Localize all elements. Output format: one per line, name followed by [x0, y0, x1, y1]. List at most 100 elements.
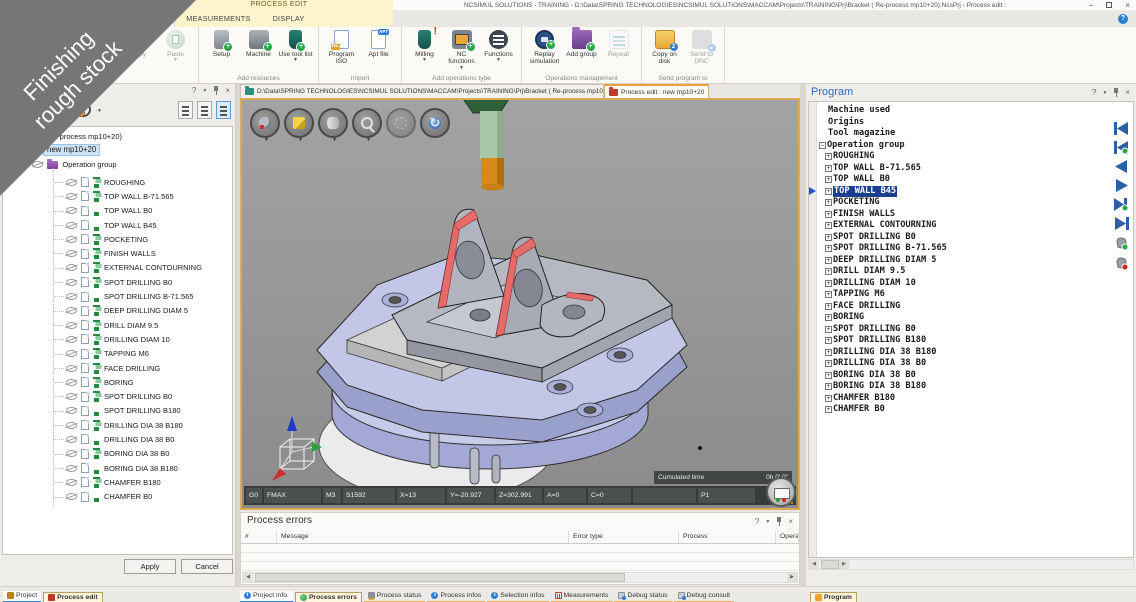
operation-row[interactable]: SPOT DRILLING B0	[59, 389, 230, 403]
visibility-eye-icon[interactable]	[66, 436, 77, 443]
panel-pin-icon[interactable]	[213, 86, 219, 95]
expand-box-icon[interactable]	[825, 395, 832, 402]
ribbon-button[interactable]: Replay simulation	[526, 29, 563, 66]
operation-row[interactable]: TOP WALL B-71.565	[59, 189, 230, 203]
program-operation-row[interactable]: DEEP DRILLING DIAM 5	[819, 255, 1105, 267]
program-operation-row[interactable]: CHAMFER B180	[819, 393, 1105, 405]
operation-row[interactable]: DRILLING DIA 38 B180	[59, 418, 230, 432]
program-operation-row[interactable]: SPOT DRILLING B0	[819, 232, 1105, 244]
visibility-eye-icon[interactable]	[66, 222, 77, 229]
tool-button[interactable]: ▼	[318, 108, 348, 138]
visibility-eye-icon[interactable]	[66, 207, 77, 214]
panel-collapse-icon[interactable]: ▼	[1102, 90, 1107, 96]
expand-box-icon[interactable]	[825, 234, 832, 241]
apply-button[interactable]: Apply	[124, 559, 176, 574]
go-to-end-icon[interactable]	[1114, 217, 1129, 230]
collapse-box-icon[interactable]	[819, 142, 826, 149]
panel-close-icon[interactable]: ×	[1125, 88, 1130, 97]
program-operation-row[interactable]: DRILLING DIA 38 B180	[819, 347, 1105, 359]
expand-box-icon[interactable]	[825, 222, 832, 229]
3d-viewport[interactable]: ▼ ▼ ▼ ▼ Cumulated time 0h 0' 0" G0FMAXM3…	[240, 98, 800, 510]
ribbon-button[interactable]: Add group	[563, 29, 600, 58]
program-operation-row[interactable]: TOP WALL B-71.565	[819, 163, 1105, 175]
go-to-start-icon[interactable]	[1114, 122, 1129, 135]
visibility-eye-icon[interactable]	[66, 322, 77, 329]
restore-button[interactable]	[1106, 2, 1112, 8]
close-button[interactable]: ×	[1125, 1, 1130, 10]
minimize-button[interactable]: −	[1089, 1, 1094, 10]
tab-process-edit[interactable]: Process edit : new mp10+20	[604, 84, 709, 98]
program-operation-row[interactable]: SPOT DRILLING B0	[819, 324, 1105, 336]
panel-close-icon[interactable]: ×	[788, 517, 793, 526]
expand-box-icon[interactable]	[825, 372, 832, 379]
panel-collapse-icon[interactable]: ▼	[765, 519, 770, 525]
zoom-button[interactable]: ▼	[352, 108, 382, 138]
tree-group-node[interactable]: ◢ Operation group	[23, 160, 117, 169]
cancel-button[interactable]: Cancel	[181, 559, 233, 574]
visibility-eye-icon[interactable]	[66, 293, 77, 300]
ribbon-button[interactable]: Send to DNC	[683, 29, 720, 66]
visibility-eye-icon[interactable]	[66, 307, 77, 314]
operation-row[interactable]: DRILLING DIAM 10	[59, 332, 230, 346]
expand-box-icon[interactable]	[825, 188, 832, 195]
play-to-next-icon[interactable]	[1114, 198, 1129, 211]
operation-row[interactable]: BORING DIA 38 B180	[59, 461, 230, 475]
operation-row[interactable]: TOP WALL B0	[59, 204, 230, 218]
program-operation-row[interactable]: SPOT DRILLING B180	[819, 335, 1105, 347]
expand-box-icon[interactable]	[825, 337, 832, 344]
visibility-eye-icon[interactable]	[66, 450, 77, 457]
ribbon-button[interactable]: Milling ▼	[406, 29, 443, 62]
operation-row[interactable]: DEEP DRILLING DIAM 5	[59, 304, 230, 318]
column-header[interactable]: #	[241, 531, 277, 543]
program-operation-row[interactable]: DRILLING DIAM 10	[819, 278, 1105, 290]
visibility-eye-icon[interactable]	[66, 479, 77, 486]
refresh-button[interactable]	[420, 108, 450, 138]
stock-button[interactable]: ▼	[284, 108, 314, 138]
expand-box-icon[interactable]	[825, 360, 832, 367]
expand-box-icon[interactable]	[825, 303, 832, 310]
expand-box-icon[interactable]	[825, 349, 832, 356]
scroll-left-icon[interactable]: ◀	[243, 573, 253, 582]
operation-row[interactable]: FINISH WALLS	[59, 246, 230, 260]
tab-project-file[interactable]: D:\Data\SPRING TECHNOLOGIES\NCSIMUL SOLU…	[240, 84, 604, 98]
operation-row[interactable]: BORING	[59, 375, 230, 389]
panel-pin-icon[interactable]	[1113, 88, 1119, 97]
program-static-row[interactable]: Tool magazine	[819, 128, 1105, 140]
expand-box-icon[interactable]	[825, 291, 832, 298]
program-static-row[interactable]: Origins	[819, 117, 1105, 129]
panel-close-icon[interactable]: ×	[225, 86, 230, 95]
workspace-tab[interactable]: Process edit	[43, 592, 102, 602]
visibility-eye-icon[interactable]	[32, 161, 43, 168]
ribbon-button[interactable]: Repeat	[600, 29, 637, 58]
info-tab[interactable]: Selection infos	[487, 591, 548, 602]
program-operation-row[interactable]: CHAMFER B0	[819, 404, 1105, 416]
program-operation-row[interactable]: TOP WALL B0	[819, 174, 1105, 186]
info-tab[interactable]: Measurements	[551, 591, 613, 602]
program-operation-row[interactable]: FACE DRILLING	[819, 301, 1105, 313]
operation-row[interactable]: BORING DIA 38 B0	[59, 447, 230, 461]
ribbon-button[interactable]: Program ISO	[323, 29, 360, 66]
info-tab[interactable]: Process infos	[427, 591, 485, 602]
panel-collapse-icon[interactable]: ▼	[202, 88, 207, 94]
column-header[interactable]: Operatio	[776, 531, 799, 543]
expand-box-icon[interactable]	[825, 211, 832, 218]
visibility-eye-icon[interactable]	[66, 465, 77, 472]
operation-row[interactable]: DRILLING DIA 38 B0	[59, 432, 230, 446]
operation-row[interactable]: TAPPING M6	[59, 347, 230, 361]
grab-add-icon[interactable]	[1114, 236, 1129, 250]
program-operation-row[interactable]: FINISH WALLS	[819, 209, 1105, 221]
program-operation-row[interactable]: TAPPING M6	[819, 289, 1105, 301]
visibility-eye-icon[interactable]	[66, 493, 77, 500]
program-operation-row[interactable]: DRILLING DIA 38 B0	[819, 358, 1105, 370]
machine-state-icon[interactable]	[766, 477, 796, 507]
ribbon-tab[interactable]: MEASUREMENTS	[175, 11, 261, 27]
panel-help-icon[interactable]: ?	[1092, 88, 1096, 97]
program-static-row[interactable]: Machine used	[819, 105, 1105, 117]
program-operation-row[interactable]: BORING DIA 38 B0	[819, 370, 1105, 382]
info-tab[interactable]: Process errors	[295, 592, 362, 602]
ribbon-button[interactable]: Setup	[203, 29, 240, 58]
ribbon-tab[interactable]: DISPLAY	[262, 11, 316, 27]
expand-box-icon[interactable]	[825, 314, 832, 321]
panel-help-icon[interactable]: ?	[755, 517, 759, 526]
program-operation-row[interactable]: POCKETING	[819, 197, 1105, 209]
